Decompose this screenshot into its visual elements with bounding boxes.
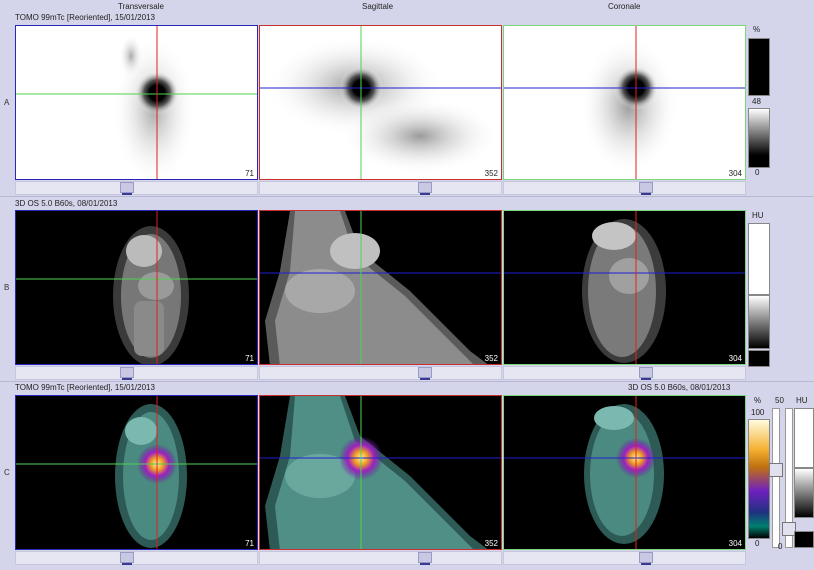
viewport-b-coronale[interactable]: 304 (503, 210, 746, 365)
hu-scale-min-value: 0 (778, 542, 783, 551)
row-label-a: A (4, 98, 10, 107)
spect-image (16, 26, 257, 179)
series-label-tomo: TOMO 99mTc [Reoriented], 15/01/2013 (15, 13, 155, 22)
window-gradient[interactable] (794, 468, 814, 518)
row-label-b: B (4, 283, 10, 292)
fusion-image (16, 396, 257, 549)
hu-scale-bottom (748, 350, 770, 367)
column-header-transversale: Transversale (118, 2, 164, 11)
series-label-ct: 3D OS 5.0 B60s, 08/01/2013 (15, 199, 118, 208)
color-scale-bar[interactable] (748, 38, 770, 96)
column-header-coronale: Coronale (608, 2, 641, 11)
scrollbar-b-transversale[interactable] (15, 366, 258, 380)
slice-number: 304 (728, 354, 742, 363)
viewport-c-coronale[interactable]: 304 (503, 395, 746, 550)
viewport-c-sagittale[interactable]: 352 (259, 395, 502, 550)
fusion-image (504, 396, 745, 549)
scroll-thumb[interactable] (639, 552, 653, 565)
series-label-tomo-fusion: TOMO 99mTc [Reoriented], 15/01/2013 (15, 383, 155, 392)
scale-unit-percent: % (754, 396, 762, 405)
row-separator (0, 196, 814, 197)
scroll-thumb[interactable] (639, 367, 653, 380)
scrollbar-b-coronale[interactable] (503, 366, 746, 380)
scroll-thumb[interactable] (120, 552, 134, 565)
ct-image (16, 211, 257, 364)
window-gradient[interactable] (748, 295, 770, 349)
scale-unit-percent: % (753, 25, 761, 34)
scale-min-value: 0 (755, 168, 760, 177)
slice-number: 304 (728, 169, 742, 178)
hu-scale-bar[interactable] (748, 223, 770, 295)
ct-image (504, 211, 745, 364)
slice-number: 71 (245, 539, 254, 548)
scroll-thumb[interactable] (120, 182, 134, 195)
hu-scale-bottom (794, 531, 814, 548)
scale-min-value: 0 (755, 539, 760, 548)
viewport-a-sagittale[interactable]: 352 (259, 25, 502, 180)
scrollbar-a-transversale[interactable] (15, 181, 258, 195)
spect-image (260, 26, 501, 179)
scale-unit-hu: HU (752, 211, 764, 220)
scroll-thumb[interactable] (120, 367, 134, 380)
slice-number: 352 (484, 169, 498, 178)
scroll-thumb[interactable] (639, 182, 653, 195)
column-header-sagittale: Sagittale (362, 2, 394, 11)
fusion-image (260, 396, 501, 549)
hot-color-scale[interactable] (748, 419, 770, 539)
hu-scale-bar[interactable] (794, 408, 814, 468)
scrollbar-b-sagittale[interactable] (259, 366, 502, 380)
ct-image (260, 211, 501, 364)
viewport-a-coronale[interactable]: 304 (503, 25, 746, 180)
scroll-thumb[interactable] (418, 552, 432, 565)
slice-number: 71 (245, 354, 254, 363)
series-label-ct-fusion: 3D OS 5.0 B60s, 08/01/2013 (628, 383, 731, 392)
scrollbar-c-coronale[interactable] (503, 551, 746, 565)
viewport-a-transversale[interactable]: 71 (15, 25, 258, 180)
window-gradient[interactable] (748, 108, 770, 168)
scale-mid-value: 48 (752, 97, 761, 106)
viewport-c-transversale[interactable]: 71 (15, 395, 258, 550)
scale-max-value: 100 (751, 408, 765, 417)
slice-number: 71 (245, 169, 254, 178)
scrollbar-a-sagittale[interactable] (259, 181, 502, 195)
viewport-b-transversale[interactable]: 71 (15, 210, 258, 365)
viewport-b-sagittale[interactable]: 352 (259, 210, 502, 365)
slice-number: 352 (484, 539, 498, 548)
slice-number: 304 (728, 539, 742, 548)
row-separator (0, 381, 814, 382)
scale-unit-hu: HU (796, 396, 808, 405)
spect-image (504, 26, 745, 179)
fusion-window-value: 50 (775, 396, 784, 405)
fusion-blend-slider-thumb[interactable] (769, 463, 783, 477)
scroll-thumb[interactable] (418, 182, 432, 195)
scrollbar-c-transversale[interactable] (15, 551, 258, 565)
scrollbar-c-sagittale[interactable] (259, 551, 502, 565)
scrollbar-a-coronale[interactable] (503, 181, 746, 195)
fusion-blend-slider-track[interactable] (772, 408, 780, 548)
row-label-c: C (4, 468, 10, 477)
scroll-thumb[interactable] (418, 367, 432, 380)
slice-number: 352 (484, 354, 498, 363)
